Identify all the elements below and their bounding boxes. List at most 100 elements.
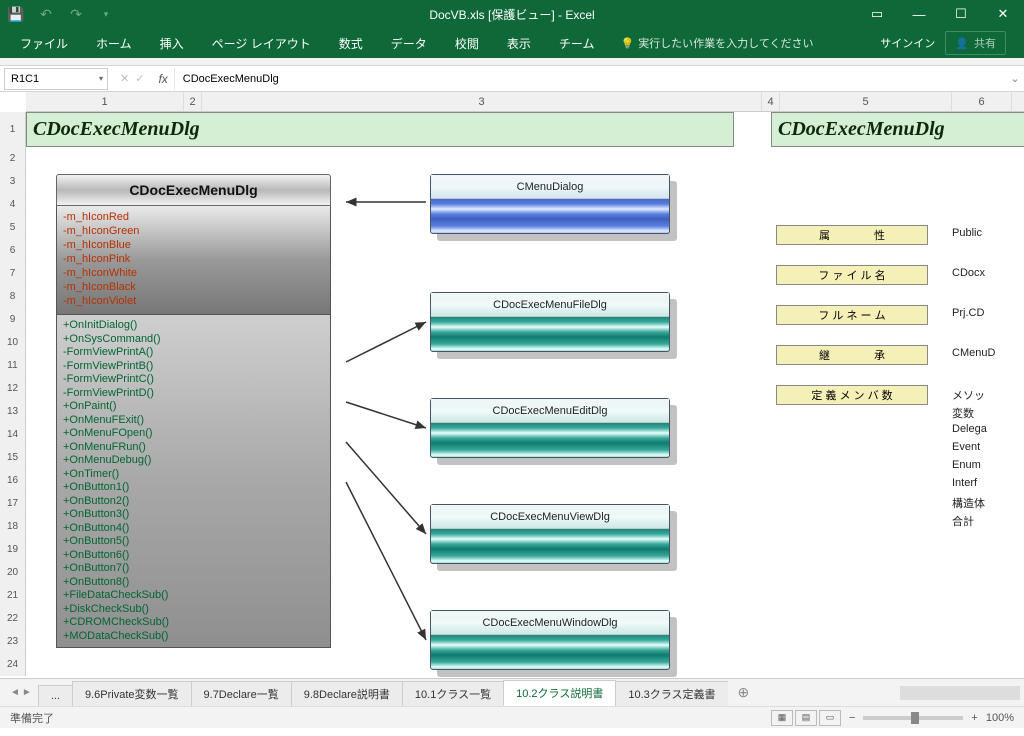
property-label[interactable]: 継 承 — [776, 345, 928, 365]
uml-box[interactable]: CDocExecMenuEditDlg — [430, 398, 670, 458]
tab-data[interactable]: データ — [377, 28, 441, 58]
row-header[interactable]: 23 — [0, 630, 25, 653]
cancel-formula-icon[interactable]: ✕ — [120, 72, 129, 85]
col-header[interactable]: 2 — [184, 92, 202, 111]
tab-home[interactable]: ホーム — [82, 28, 146, 58]
row-header[interactable]: 3 — [0, 170, 25, 193]
row-header[interactable]: 18 — [0, 515, 25, 538]
uml-box[interactable]: CMenuDialog — [430, 174, 670, 234]
col-header[interactable]: 3 — [202, 92, 762, 111]
class-box[interactable]: CDocExecMenuDlg -m_hIconRed-m_hIconGreen… — [56, 174, 331, 648]
row-header[interactable]: 10 — [0, 331, 25, 354]
row-header[interactable]: 11 — [0, 354, 25, 377]
cell-value[interactable]: 構造体 — [952, 495, 985, 511]
zoom-level[interactable]: 100% — [986, 712, 1014, 724]
minimize-button[interactable]: — — [902, 0, 936, 28]
tab-view[interactable]: 表示 — [493, 28, 545, 58]
row-header[interactable]: 12 — [0, 377, 25, 400]
row-header[interactable]: 8 — [0, 285, 25, 308]
sheet-tab[interactable]: ... — [38, 685, 73, 706]
expand-formula-icon[interactable]: ⌄ — [1006, 72, 1024, 85]
save-icon[interactable]: 💾 — [8, 6, 24, 22]
tab-file[interactable]: ファイル — [6, 28, 82, 58]
col-header[interactable]: 4 — [762, 92, 780, 111]
column-headers: 123456 — [26, 92, 1024, 112]
cell-value[interactable]: メソッ — [952, 387, 985, 403]
signin-link[interactable]: サインイン — [880, 35, 935, 51]
cell-value[interactable]: CMenuD — [952, 347, 995, 359]
tab-insert[interactable]: 挿入 — [146, 28, 198, 58]
share-button[interactable]: 👤共有 — [945, 31, 1006, 55]
class-methods: +OnInitDialog()+OnSysCommand()-FormViewP… — [56, 315, 331, 648]
qat-more-icon[interactable]: ▾ — [98, 6, 114, 22]
uml-box[interactable]: CDocExecMenuViewDlg — [430, 504, 670, 564]
horizontal-scrollbar[interactable] — [900, 686, 1020, 700]
row-header[interactable]: 24 — [0, 653, 25, 676]
cell-value[interactable]: Event — [952, 441, 980, 453]
row-header[interactable]: 13 — [0, 400, 25, 423]
row-header[interactable]: 5 — [0, 216, 25, 239]
property-label[interactable]: フ ル ネ ー ム — [776, 305, 928, 325]
row-header[interactable]: 7 — [0, 262, 25, 285]
cell-value[interactable]: Delega — [952, 423, 987, 435]
zoom-slider[interactable] — [863, 716, 963, 720]
sheet-tab[interactable]: 9.7Declare一覧 — [191, 681, 292, 706]
cell-value[interactable]: Prj.CD — [952, 307, 984, 319]
row-header[interactable]: 14 — [0, 423, 25, 446]
sheet-tab[interactable]: 9.6Private変数一覧 — [72, 681, 192, 706]
maximize-button[interactable]: ☐ — [944, 0, 978, 28]
tab-team[interactable]: チーム — [545, 28, 609, 58]
add-sheet-button[interactable]: ⊕ — [728, 684, 760, 701]
ribbon-options-icon[interactable]: ▭ — [860, 0, 894, 28]
property-label[interactable]: フ ァ イ ル 名 — [776, 265, 928, 285]
uml-box[interactable]: CDocExecMenuWindowDlg — [430, 610, 670, 670]
tellme-search[interactable]: 💡実行したい作業を入力してください — [608, 35, 813, 51]
row-header[interactable]: 19 — [0, 538, 25, 561]
property-label[interactable]: 属 性 — [776, 225, 928, 245]
tab-formulas[interactable]: 数式 — [325, 28, 377, 58]
sheet-tab[interactable]: 9.8Declare説明書 — [291, 681, 403, 706]
title-cell-2[interactable]: CDocExecMenuDlg — [771, 112, 1024, 147]
cell-value[interactable]: CDocx — [952, 267, 985, 279]
undo-icon[interactable]: ↶ — [38, 6, 54, 22]
cell-value[interactable]: Public — [952, 227, 982, 239]
row-header[interactable]: 1 — [0, 112, 25, 147]
row-header[interactable]: 21 — [0, 584, 25, 607]
redo-icon[interactable]: ↷ — [68, 6, 84, 22]
row-header[interactable]: 4 — [0, 193, 25, 216]
row-header[interactable]: 17 — [0, 492, 25, 515]
cell-value[interactable]: 合計 — [952, 513, 974, 529]
close-button[interactable]: ✕ — [986, 0, 1020, 28]
formula-input[interactable]: CDocExecMenuDlg — [174, 68, 1006, 90]
row-header[interactable]: 15 — [0, 446, 25, 469]
zoom-out-button[interactable]: − — [849, 712, 855, 724]
col-header[interactable]: 1 — [26, 92, 184, 111]
row-header[interactable]: 6 — [0, 239, 25, 262]
enter-formula-icon[interactable]: ✓ — [135, 72, 144, 85]
row-header[interactable]: 20 — [0, 561, 25, 584]
uml-box[interactable]: CDocExecMenuFileDlg — [430, 292, 670, 352]
row-header[interactable]: 2 — [0, 147, 25, 170]
sheet-tab[interactable]: 10.3クラス定義書 — [615, 681, 727, 706]
col-header[interactable]: 6 — [952, 92, 1012, 111]
sheet-tab[interactable]: 10.1クラス一覧 — [402, 681, 504, 706]
cell-value[interactable]: Enum — [952, 459, 981, 471]
row-header[interactable]: 22 — [0, 607, 25, 630]
property-label[interactable]: 定 義 メ ン バ 数 — [776, 385, 928, 405]
tab-nav[interactable]: ◄► — [4, 687, 38, 698]
tab-pagelayout[interactable]: ページ レイアウト — [198, 28, 325, 58]
title-cell-1[interactable]: CDocExecMenuDlg — [26, 112, 734, 147]
name-box[interactable]: R1C1 — [4, 68, 108, 90]
cell-value[interactable]: 変数 — [952, 405, 974, 421]
row-header[interactable]: 16 — [0, 469, 25, 492]
zoom-in-button[interactable]: + — [971, 712, 977, 724]
fx-icon[interactable]: fx — [152, 72, 173, 86]
worksheet[interactable]: 123456 123456789101112131415161718192021… — [0, 92, 1024, 678]
sheet-tab[interactable]: 10.2クラス説明書 — [503, 680, 616, 706]
cell-value[interactable]: Interf — [952, 477, 977, 489]
col-header[interactable]: 5 — [780, 92, 952, 111]
tab-review[interactable]: 校閲 — [441, 28, 493, 58]
view-buttons[interactable]: ▦▤▭ — [771, 710, 841, 726]
sheet-tabs: ◄► ...9.6Private変数一覧9.7Declare一覧9.8Decla… — [0, 678, 1024, 706]
row-header[interactable]: 9 — [0, 308, 25, 331]
